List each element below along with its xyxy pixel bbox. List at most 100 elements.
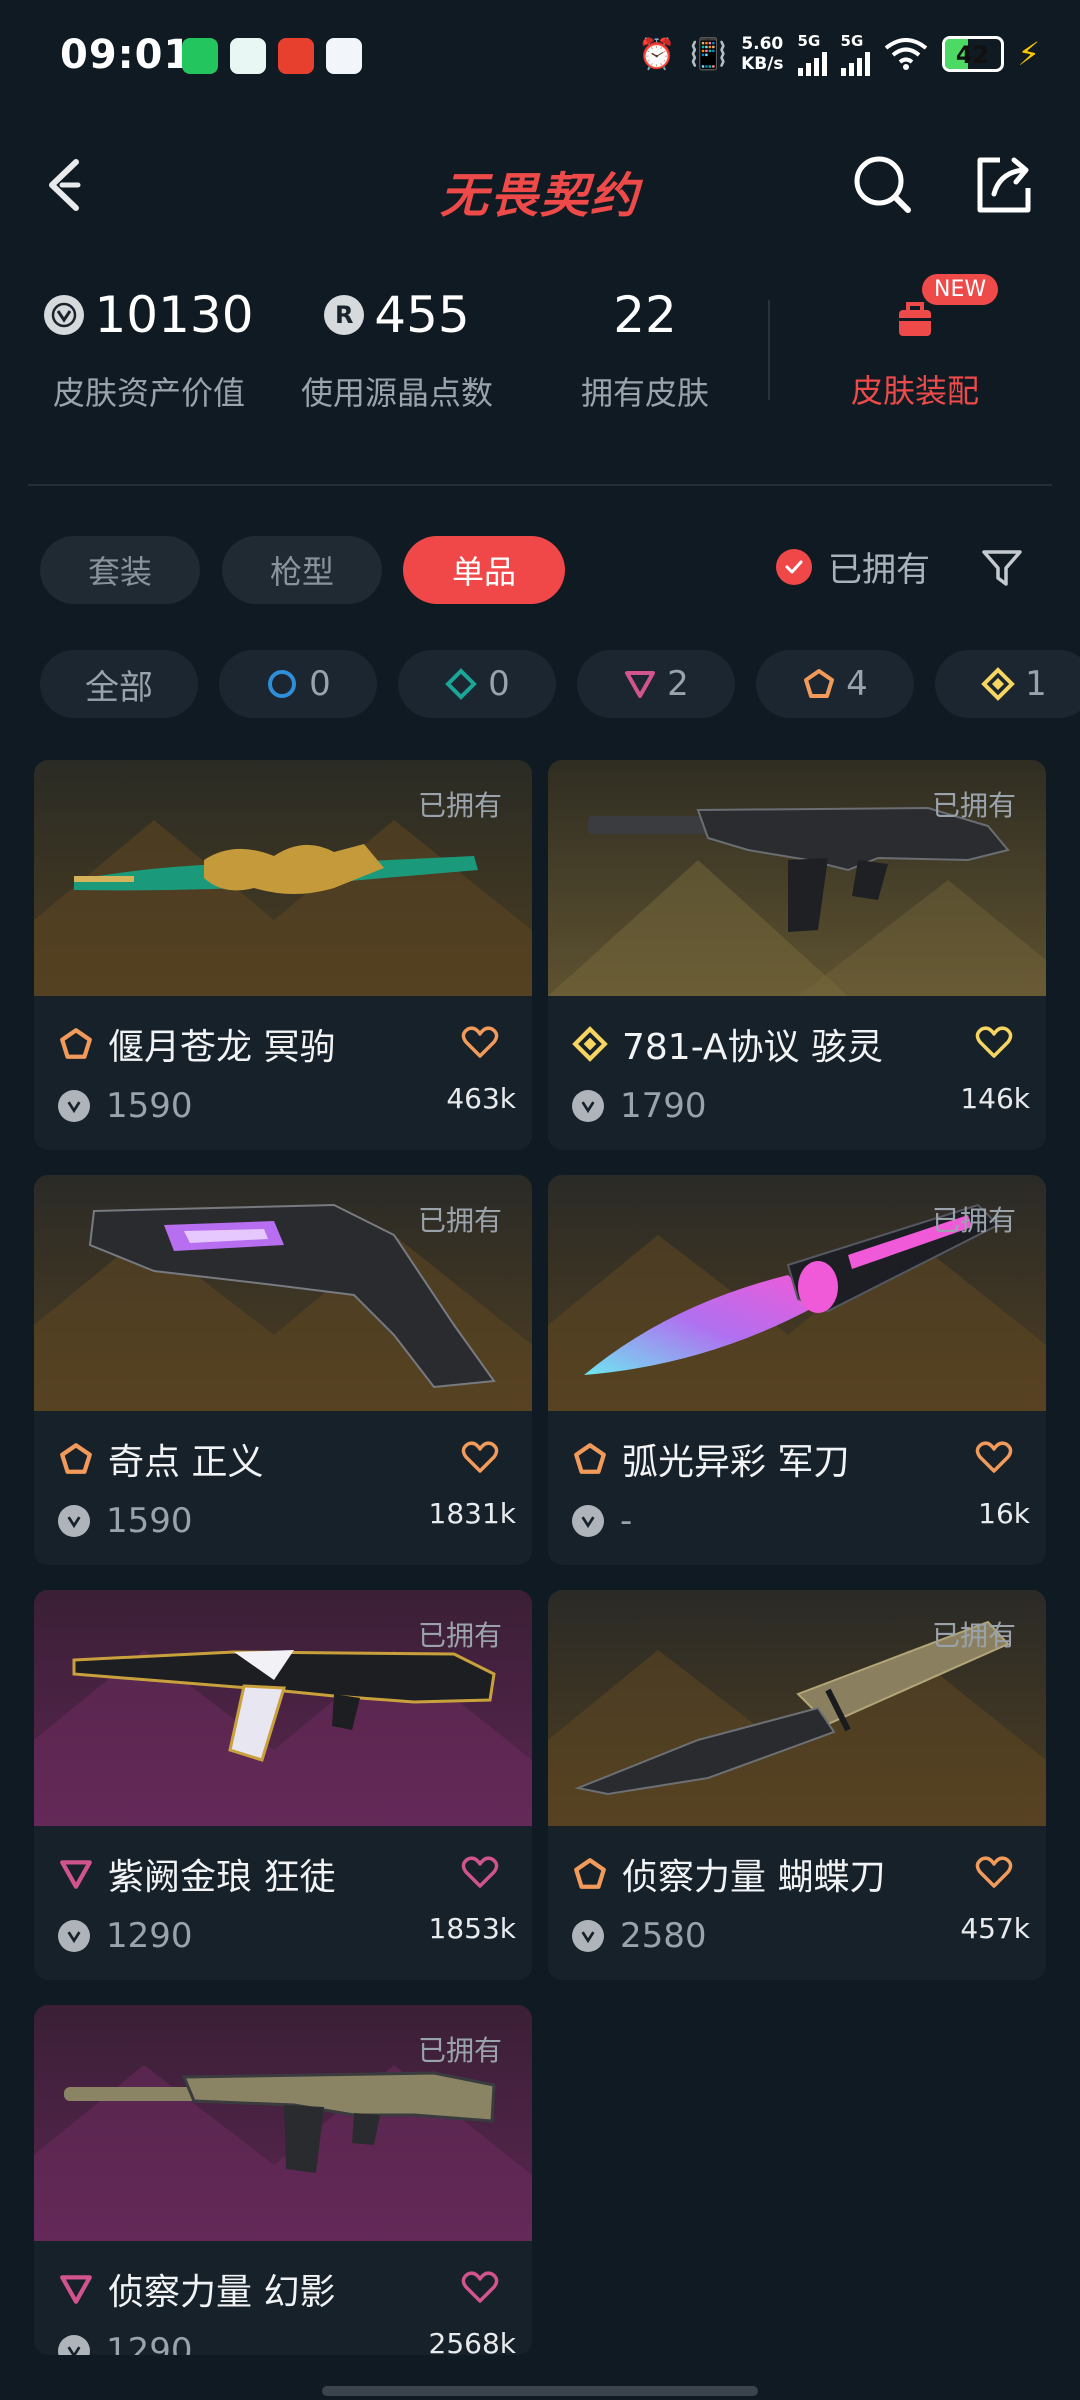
network-speed-value: 5.60	[741, 34, 784, 54]
tier-chip-select[interactable]: 0	[219, 650, 377, 718]
tier-chip-ultra[interactable]: 1	[935, 650, 1080, 718]
tier-chip-deluxe[interactable]: 0	[398, 650, 556, 718]
skin-card[interactable]: 已拥有 侦察力量 幻影 1290 2568k	[34, 2005, 532, 2355]
tier-chip-premium[interactable]: 2	[577, 650, 735, 718]
skin-card[interactable]: 已拥有 偃月苍龙 冥驹 1590 463k	[34, 760, 532, 1150]
skin-price: 1290	[106, 2331, 193, 2355]
divider	[28, 484, 1052, 486]
owned-tag: 已拥有	[417, 1619, 502, 1652]
signal-bars-icon	[840, 50, 870, 76]
heart-icon[interactable]	[460, 1852, 500, 1892]
owned-tag: 已拥有	[931, 1619, 1016, 1652]
signal-1: 5G	[797, 32, 827, 76]
premium-tier-icon	[625, 671, 656, 698]
owned-filter-toggle[interactable]: 已拥有	[776, 542, 930, 591]
network-speed-unit: KB/s	[741, 54, 784, 74]
funnel-icon	[982, 550, 1022, 586]
tier-chip-exclusive[interactable]: 4	[756, 650, 914, 718]
stats-divider	[768, 300, 770, 400]
skin-card[interactable]: 已拥有 紫阙金琅 狂徒 1290 1853k	[34, 1590, 532, 1980]
owned-tag: 已拥有	[417, 2034, 502, 2067]
charging-bolt-icon: ⚡	[1017, 35, 1040, 73]
new-badge: NEW	[922, 274, 999, 305]
valorant-points-icon	[58, 1505, 90, 1537]
skin-likes: 16k	[978, 1497, 1030, 1530]
signal-1-label: 5G	[797, 32, 821, 50]
status-bar: 09:01 ⏰ 📳 5.60 KB/s 5G 5G 42 ⚡	[0, 0, 1080, 110]
valorant-points-icon	[572, 1505, 604, 1537]
search-button[interactable]	[850, 152, 916, 218]
skin-name: 弧光异彩 军刀	[622, 1442, 850, 1483]
skin-card[interactable]: 已拥有 侦察力量 蝴蝶刀 2580 457k	[548, 1590, 1046, 1980]
owned-tag: 已拥有	[417, 1204, 502, 1237]
tab-single-items[interactable]: 单品	[403, 536, 565, 604]
tier-all-label: 全部	[85, 667, 153, 708]
signal-2-label: 5G	[840, 32, 864, 50]
exclusive-tier-icon	[574, 1858, 606, 1889]
tier-chip-all[interactable]: 全部	[40, 650, 198, 718]
premium-tier-icon	[60, 1860, 92, 1889]
owned-count: 22	[613, 286, 677, 344]
tier-deluxe-count: 0	[488, 664, 510, 704]
skin-card[interactable]: 已拥有 弧光异彩 军刀 - 16k	[548, 1175, 1046, 1565]
skin-likes: 457k	[960, 1912, 1030, 1945]
status-indicators: ⏰ 📳 5.60 KB/s 5G 5G 42 ⚡	[638, 32, 1040, 76]
chat-app-icon	[230, 38, 266, 74]
skin-price: 1290	[106, 1916, 193, 1956]
skin-name: 781-A协议 骇灵	[622, 1027, 883, 1068]
skin-likes: 463k	[446, 1082, 516, 1115]
skin-name: 偃月苍龙 冥驹	[108, 1027, 336, 1068]
radianite-stat: R 455 使用源晶点数	[272, 280, 522, 414]
skin-likes: 1831k	[428, 1497, 516, 1530]
valorant-points-icon	[572, 1920, 604, 1952]
skin-name: 紫阙金琅 狂徒	[108, 1857, 336, 1898]
exclusive-tier-icon	[574, 1443, 606, 1474]
heart-icon[interactable]	[460, 2267, 500, 2307]
battery-icon: 42	[941, 36, 1004, 72]
radianite-icon: R	[324, 295, 365, 335]
heart-icon[interactable]	[460, 1437, 500, 1477]
heart-icon[interactable]	[974, 1852, 1014, 1892]
deluxe-tier-icon	[445, 668, 478, 700]
signal-2: 5G	[840, 32, 870, 76]
skin-stats: 10130 皮肤资产价值 R 455 使用源晶点数 22 拥有皮肤 NEW 皮肤…	[0, 274, 1080, 430]
valorant-points-icon	[58, 1920, 90, 1952]
owned-tag: 已拥有	[417, 789, 502, 822]
skin-card[interactable]: 已拥有 奇点 正义 1590 1831k	[34, 1175, 532, 1565]
skin-price: -	[620, 1501, 633, 1541]
skin-name: 侦察力量 幻影	[108, 2272, 336, 2313]
radianite-value: 455	[374, 286, 470, 344]
app-title: 无畏契约	[439, 168, 640, 224]
network-speed: 5.60 KB/s	[741, 34, 783, 74]
tab-weapon-type[interactable]: 枪型	[222, 536, 382, 604]
heart-icon[interactable]	[460, 1022, 500, 1062]
home-indicator[interactable]	[322, 2386, 758, 2396]
heart-icon[interactable]	[974, 1437, 1014, 1477]
asset-value-label: 皮肤资产价值	[52, 374, 245, 412]
tier-ultra-count: 1	[1025, 664, 1047, 704]
exclusive-tier-icon	[60, 1028, 92, 1059]
tab-bundles[interactable]: 套装	[40, 536, 200, 604]
skin-price: 1590	[106, 1501, 193, 1541]
skin-price: 1590	[106, 1086, 193, 1126]
valorant-points-icon	[572, 1090, 604, 1122]
filter-button[interactable]	[980, 546, 1024, 590]
skin-fitting-button[interactable]: NEW 皮肤装配	[790, 274, 1040, 412]
skin-likes: 146k	[960, 1082, 1030, 1115]
ultra-tier-icon	[981, 667, 1016, 701]
share-button[interactable]	[970, 152, 1036, 218]
cloud-app-icon	[326, 38, 362, 74]
skin-price: 1790	[620, 1086, 707, 1126]
search-icon	[854, 156, 911, 213]
premium-tier-icon	[60, 2275, 92, 2304]
notification-app-icons	[182, 38, 362, 74]
skin-name: 侦察力量 蝴蝶刀	[622, 1857, 886, 1898]
wechat-icon	[182, 38, 218, 74]
heart-icon[interactable]	[974, 1022, 1014, 1062]
signal-bars-icon	[797, 50, 827, 76]
skin-fitting-label: 皮肤装配	[850, 372, 979, 410]
skin-card[interactable]: 已拥有 781-A协议 骇灵 1790 146k	[548, 760, 1046, 1150]
tier-filter-row: 全部 0 0 2 4 1	[0, 650, 1080, 720]
skin-price: 2580	[620, 1916, 707, 1956]
asset-value-stat: 10130 皮肤资产价值	[24, 280, 274, 414]
